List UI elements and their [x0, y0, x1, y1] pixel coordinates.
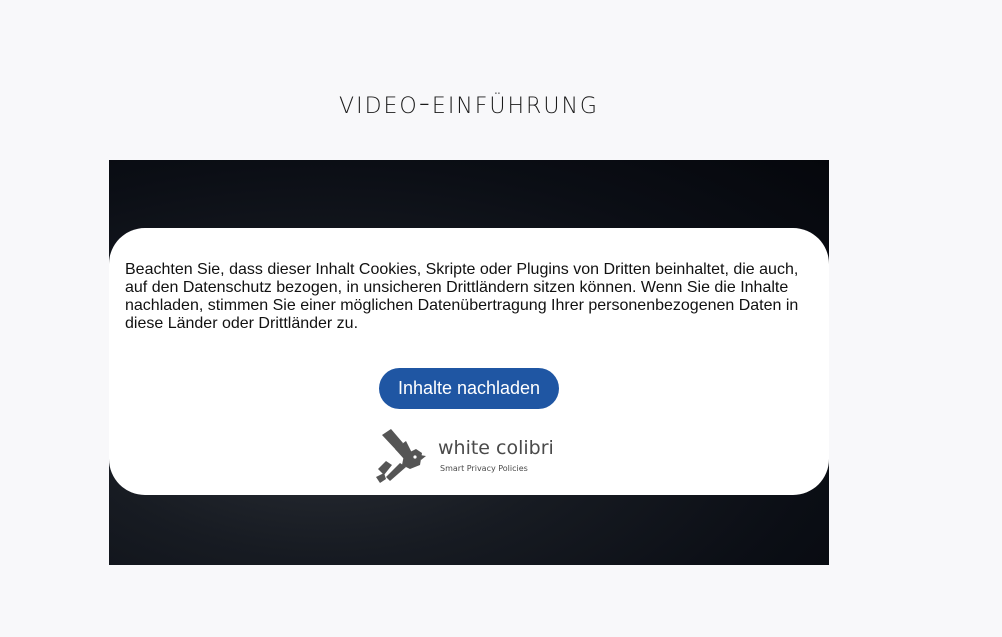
video-embed-placeholder: Beachten Sie, dass dieser Inhalt Cookies… — [109, 160, 829, 565]
consent-message: Beachten Sie, dass dieser Inhalt Cookies… — [125, 261, 799, 332]
colibri-bird-icon — [376, 429, 426, 483]
consent-card: Beachten Sie, dass dieser Inhalt Cookies… — [109, 228, 829, 495]
reload-content-button[interactable]: Inhalte nachladen — [379, 368, 559, 409]
page-title: Video-Einführung — [339, 84, 599, 121]
logo-name: white colibri — [438, 437, 554, 459]
white-colibri-logo[interactable]: white colibri Smart Privacy Policies — [376, 429, 566, 483]
logo-tagline: Smart Privacy Policies — [440, 464, 528, 473]
